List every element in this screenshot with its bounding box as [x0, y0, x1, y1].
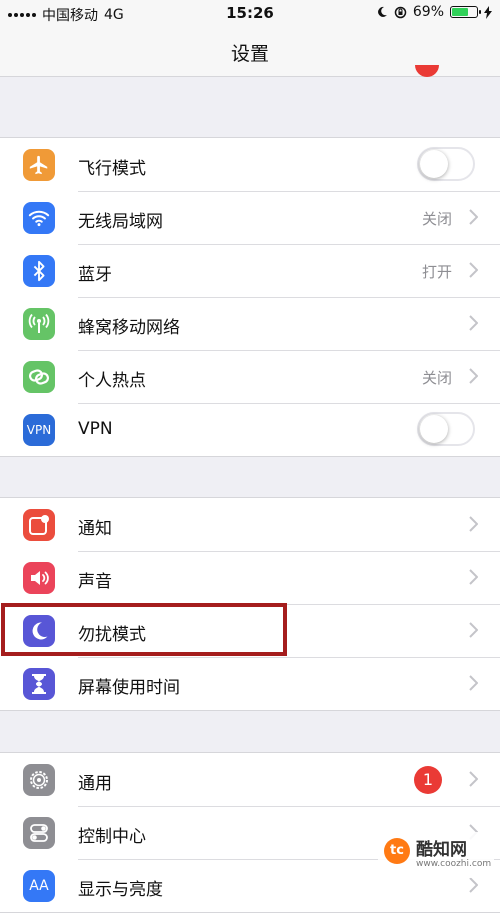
- row-label: 显示与亮度: [78, 880, 163, 900]
- cellular-icon: [23, 308, 55, 340]
- wifi-status: 关闭: [421, 210, 452, 228]
- row-label: 控制中心: [78, 827, 146, 847]
- row-label: 无线局域网: [78, 212, 163, 232]
- bluetooth-status: 打开: [421, 263, 452, 281]
- hotspot-icon: [23, 361, 55, 393]
- vpn-toggle[interactable]: [417, 412, 475, 446]
- settings-row-general[interactable]: 通用 1: [0, 753, 500, 806]
- chevron-right-icon: [469, 368, 478, 384]
- vpn-icon-text: VPN: [26, 423, 52, 437]
- display-icon-text: AA: [29, 878, 49, 894]
- battery-percent: 69%: [412, 4, 444, 20]
- row-label: 声音: [78, 572, 112, 592]
- settings-row-screen-time[interactable]: 屏幕使用时间: [0, 657, 500, 710]
- airplane-icon: [23, 149, 55, 181]
- row-label: 蓝牙: [78, 265, 112, 285]
- hourglass-icon: [23, 668, 55, 700]
- watermark-name: 酷知网: [416, 840, 467, 860]
- chevron-right-icon: [469, 516, 478, 532]
- charging-icon: [484, 5, 492, 19]
- chevron-right-icon: [469, 771, 478, 787]
- row-label: VPN: [78, 419, 113, 439]
- vpn-icon: VPN: [23, 414, 55, 446]
- display-icon: AA: [23, 870, 55, 902]
- chevron-right-icon: [469, 877, 478, 893]
- settings-row-cellular[interactable]: 蜂窝移动网络: [0, 297, 500, 350]
- row-label: 个人热点: [78, 371, 146, 391]
- hotspot-status: 关闭: [421, 369, 452, 387]
- switches-icon: [23, 817, 55, 849]
- gear-icon: [23, 764, 55, 796]
- settings-row-sounds[interactable]: 声音: [0, 551, 500, 604]
- settings-row-airplane-mode[interactable]: 飞行模式: [0, 138, 500, 191]
- orientation-lock-icon: [394, 6, 407, 18]
- wifi-icon: [23, 202, 55, 234]
- bluetooth-icon: [23, 255, 55, 287]
- chevron-right-icon: [469, 569, 478, 585]
- settings-row-personal-hotspot[interactable]: 个人热点 关闭: [0, 350, 500, 403]
- row-label: 通知: [78, 519, 112, 539]
- highlight-box: [1, 603, 287, 656]
- row-label: 蜂窝移动网络: [78, 318, 180, 338]
- row-label: 屏幕使用时间: [78, 678, 180, 698]
- chevron-right-icon: [469, 315, 478, 331]
- moon-icon: [377, 6, 387, 17]
- watermark-logo: tc: [384, 838, 410, 864]
- chevron-right-icon: [469, 675, 478, 691]
- chevron-right-icon: [469, 209, 478, 225]
- settings-row-wifi[interactable]: 无线局域网 关闭: [0, 191, 500, 244]
- watermark: tc 酷知网 www.coozhi.com: [378, 832, 494, 878]
- battery-icon: [450, 6, 481, 18]
- row-label: 通用: [78, 774, 112, 794]
- chevron-right-icon: [469, 262, 478, 278]
- sound-icon: [23, 562, 55, 594]
- notification-badge: 1: [414, 766, 442, 794]
- connectivity-group: 飞行模式 无线局域网 关闭 蓝牙 打开 蜂窝移动网络 个人热点 关闭 VPN V…: [0, 137, 500, 457]
- notifications-icon: [23, 509, 55, 541]
- status-bar: 中国移动 4G 15:26 69%: [0, 0, 500, 26]
- row-label: 飞行模式: [78, 159, 146, 179]
- settings-row-notifications[interactable]: 通知: [0, 498, 500, 551]
- settings-row-vpn[interactable]: VPN VPN: [0, 403, 500, 456]
- watermark-url: www.coozhi.com: [416, 859, 492, 869]
- chevron-right-icon: [469, 622, 478, 638]
- settings-row-bluetooth[interactable]: 蓝牙 打开: [0, 244, 500, 297]
- airplane-mode-toggle[interactable]: [417, 147, 475, 181]
- page-title: 设置: [230, 43, 269, 65]
